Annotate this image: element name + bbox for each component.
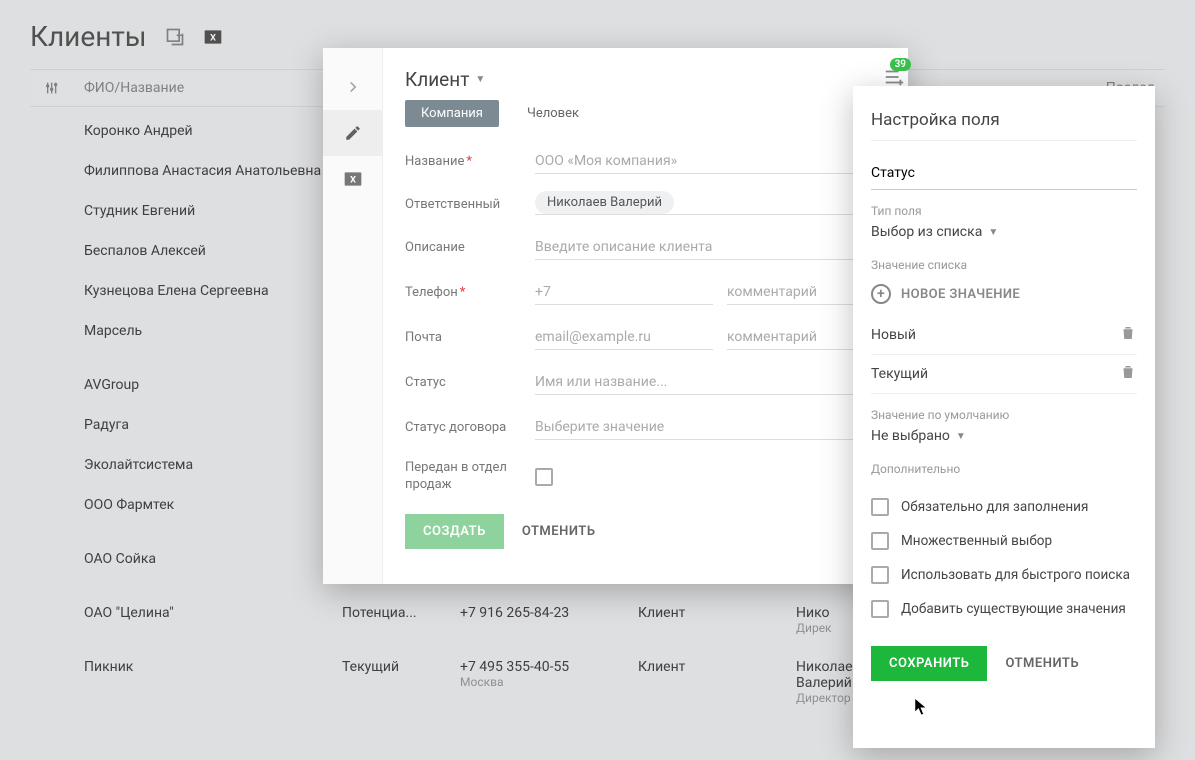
panel-title: Настройка поля <box>871 110 1137 141</box>
svg-text:X: X <box>350 175 356 185</box>
plus-icon: + <box>871 284 891 304</box>
checkbox[interactable] <box>871 600 889 618</box>
list-values-label: Значение списка <box>871 258 1137 272</box>
field-type-select[interactable]: Выбор из списка ▼ <box>871 224 1137 240</box>
dialog-title-dropdown[interactable]: Клиент ▼ <box>405 68 485 91</box>
status-label: Статус <box>405 375 535 390</box>
phone-input[interactable] <box>535 280 713 305</box>
description-input[interactable] <box>535 235 905 260</box>
status-input[interactable] <box>535 370 905 395</box>
option-row[interactable]: Добавить существующие значения <box>871 592 1137 626</box>
dialog-body: Клиент ▼ 39 Компания Человек Название* О… <box>383 48 927 584</box>
option-row[interactable]: Обязательно для заполнения <box>871 490 1137 524</box>
email-input[interactable] <box>535 325 713 350</box>
cancel-button[interactable]: ОТМЕНИТЬ <box>522 524 596 539</box>
caret-down-icon: ▼ <box>956 431 966 442</box>
field-settings-panel: Настройка поля Тип поля Выбор из списка … <box>853 86 1155 748</box>
default-value-label: Значение по умолчанию <box>871 408 1137 422</box>
tab-person[interactable]: Человек <box>511 100 595 127</box>
pencil-icon[interactable] <box>323 110 383 156</box>
responsible-chip[interactable]: Николаев Валерий <box>535 191 674 214</box>
checkbox[interactable] <box>871 532 889 550</box>
contract-label: Статус договора <box>405 420 535 435</box>
field-type-label: Тип поля <box>871 204 1137 218</box>
field-name-input[interactable] <box>871 159 1137 190</box>
extra-label: Дополнительно <box>871 462 1137 476</box>
contract-select[interactable] <box>535 415 905 440</box>
list-value-row[interactable]: Новый <box>871 316 1137 355</box>
name-input[interactable] <box>535 149 905 174</box>
add-value-label: НОВОЕ ЗНАЧЕНИЕ <box>901 287 1020 302</box>
responsible-label: Ответственный <box>405 197 535 212</box>
caret-down-icon: ▼ <box>988 227 998 238</box>
trash-icon[interactable] <box>1119 324 1137 346</box>
save-button[interactable]: СОХРАНИТЬ <box>871 646 987 681</box>
caret-down-icon: ▼ <box>475 74 485 85</box>
sales-label: Передан в отдел продаж <box>405 460 535 494</box>
dialog-title: Клиент <box>405 68 469 91</box>
option-row[interactable]: Множественный выбор <box>871 524 1137 558</box>
name-label: Название* <box>405 154 535 169</box>
chevron-right-icon[interactable] <box>323 64 383 110</box>
email-label: Почта <box>405 330 535 345</box>
client-dialog: X Клиент ▼ 39 Компания Человек Название*… <box>323 48 908 584</box>
default-value-text: Не выбрано <box>871 428 950 444</box>
checkbox[interactable] <box>871 566 889 584</box>
trash-icon[interactable] <box>1119 363 1137 385</box>
tab-company[interactable]: Компания <box>405 100 499 127</box>
responsible-field[interactable]: Николаев Валерий <box>535 194 905 215</box>
panel-cancel-button[interactable]: ОТМЕНИТЬ <box>1005 656 1079 671</box>
create-button[interactable]: СОЗДАТЬ <box>405 514 504 549</box>
phone-label: Телефон* <box>405 285 535 300</box>
option-row[interactable]: Использовать для быстрого поиска <box>871 558 1137 592</box>
add-value-button[interactable]: + НОВОЕ ЗНАЧЕНИЕ <box>871 284 1137 304</box>
field-count-badge: 39 <box>890 58 911 71</box>
checkbox[interactable] <box>871 498 889 516</box>
list-value-row[interactable]: Текущий <box>871 355 1137 394</box>
field-type-value: Выбор из списка <box>871 224 982 240</box>
excel-export-icon[interactable]: X <box>323 156 383 202</box>
client-type-tabs: Компания Человек <box>405 100 905 127</box>
default-value-select[interactable]: Не выбрано ▼ <box>871 428 1137 444</box>
description-label: Описание <box>405 240 535 255</box>
dialog-sidebar: X <box>323 48 383 584</box>
sales-checkbox[interactable] <box>535 468 553 486</box>
